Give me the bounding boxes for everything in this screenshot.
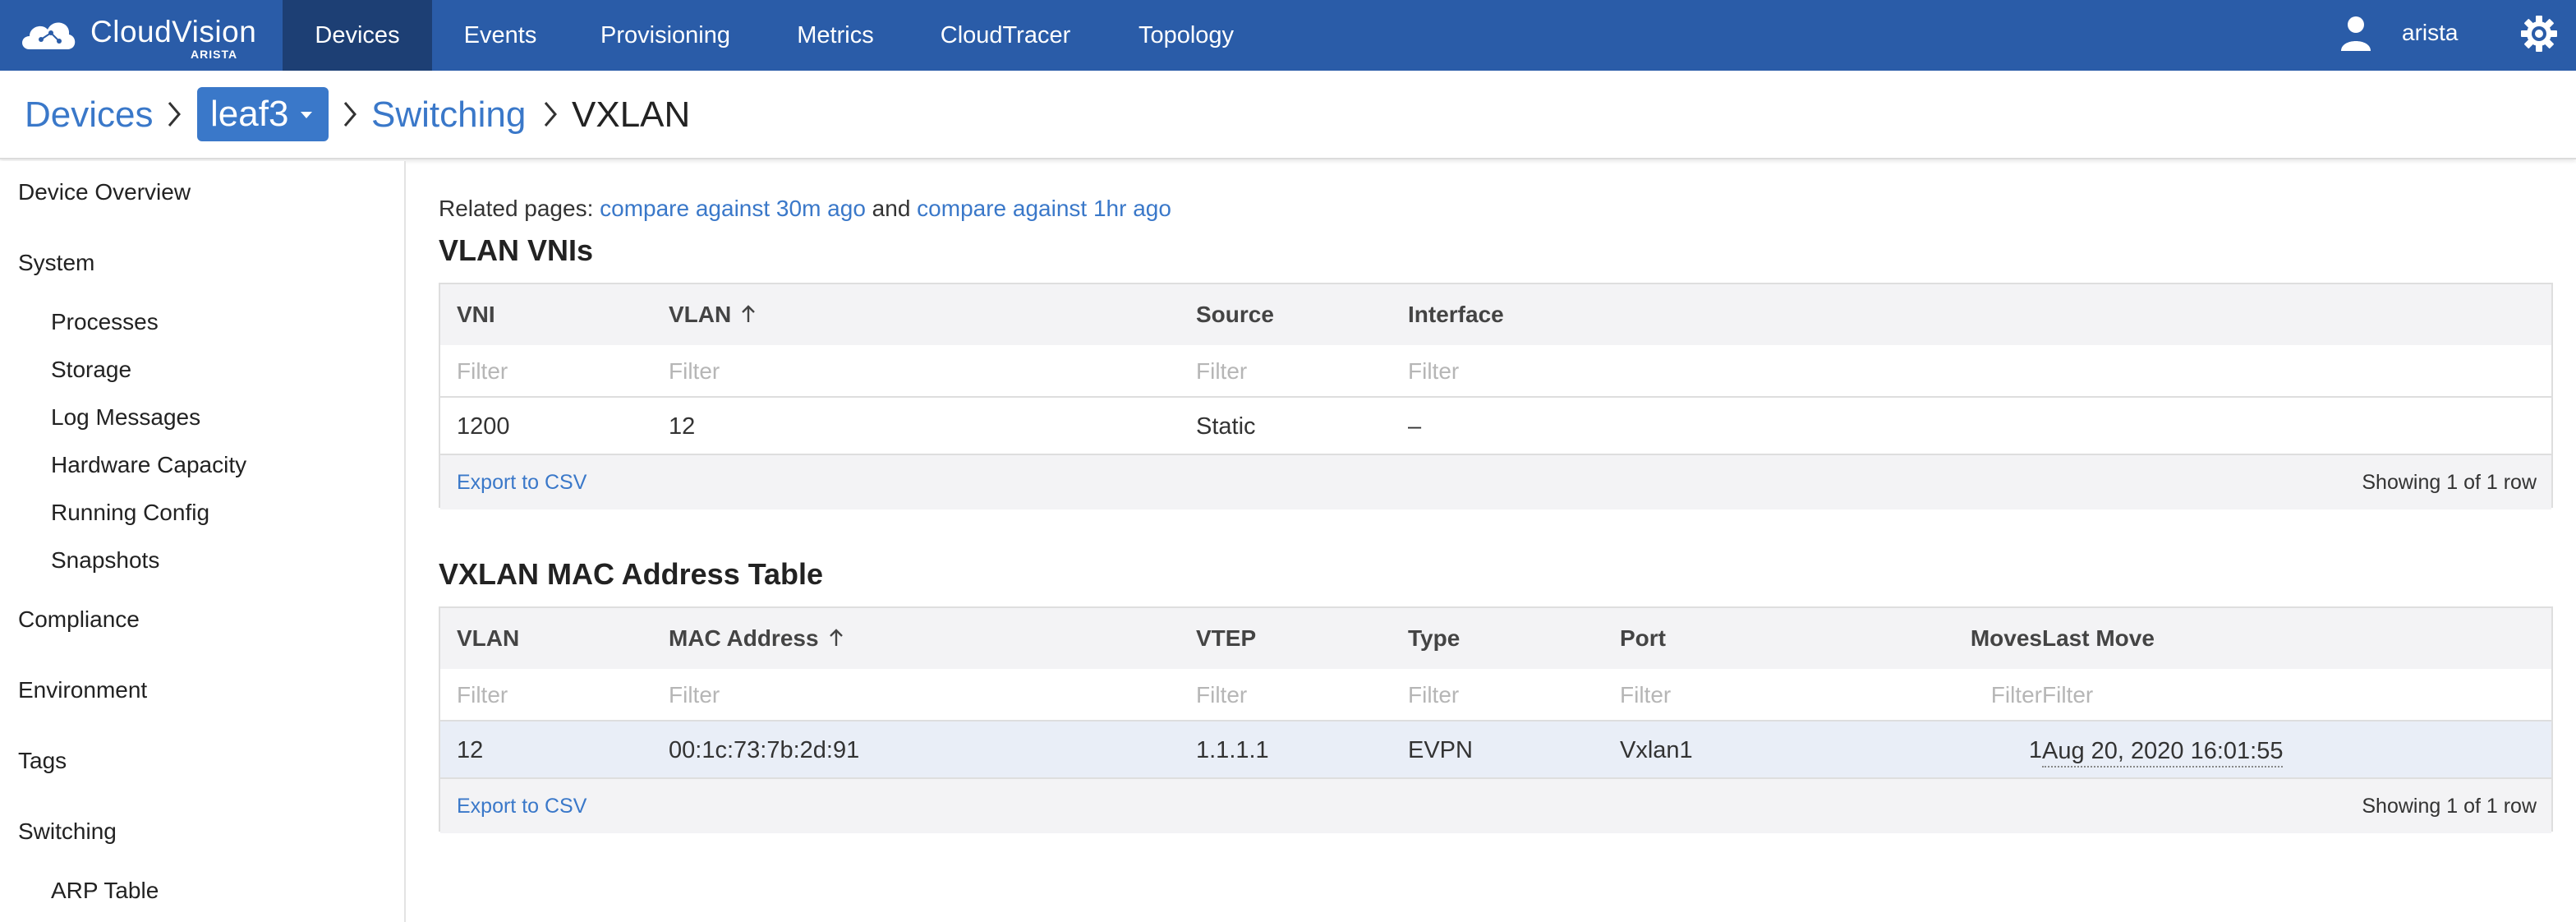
main-content: Related pages: compare against 30m ago a… [406, 161, 2576, 922]
sidebar-item-snapshots[interactable]: Snapshots [51, 547, 159, 574]
user-icon[interactable] [2339, 15, 2372, 51]
filter-input-last-move[interactable]: Filter [2042, 669, 2535, 721]
nav-events[interactable]: Events [432, 0, 568, 71]
top-navbar: CloudVision ARISTA Devices Events Provis… [0, 0, 2576, 71]
breadcrumb-switching[interactable]: Switching [371, 89, 526, 141]
compare-1hr-link[interactable]: compare against 1hr ago [917, 196, 1171, 221]
cell-last-move[interactable]: Aug 20, 2020 16:01:55 [2042, 738, 2284, 768]
sidebar: Device Overview System Processes Storage… [0, 161, 406, 922]
sidebar-item-running-config[interactable]: Running Config [51, 500, 209, 526]
gear-icon[interactable] [2520, 15, 2558, 53]
filter-input-type[interactable]: Filter [1408, 669, 1605, 721]
cell-port: Vxlan1 [1620, 737, 1693, 763]
cell-vlan: 12 [457, 737, 484, 763]
vni-table: VNI VLAN Source Interface Filter Filter … [439, 283, 2553, 509]
filter-input-mac-address[interactable]: Filter [669, 669, 1178, 721]
brand-name: CloudVision [90, 15, 257, 48]
filter-input-moves[interactable]: Filter [1845, 669, 2042, 721]
column-header-vni[interactable]: VNI [457, 284, 495, 345]
cell-interface: – [1408, 413, 1422, 440]
related-conj: and [872, 196, 911, 221]
breadcrumb: Devices leaf3 Switching VXLAN [0, 71, 2576, 159]
row-count: Showing 1 of 1 row [2362, 471, 2537, 494]
nav-cloudtracer[interactable]: CloudTracer [908, 0, 1102, 71]
export-csv-link[interactable]: Export to CSV [457, 455, 586, 509]
column-header-vlan[interactable]: VLAN [669, 284, 756, 345]
sidebar-item-environment[interactable]: Environment [18, 677, 147, 703]
user-name[interactable]: arista [2402, 0, 2458, 66]
breadcrumb-current: VXLAN [572, 95, 691, 135]
column-header-type[interactable]: Type [1408, 608, 1460, 669]
filter-row: Filter Filter Filter Filter Filter Filte… [440, 669, 2551, 721]
column-header-moves[interactable]: Moves [1971, 608, 2042, 669]
sidebar-item-tags[interactable]: Tags [18, 748, 67, 774]
table-row[interactable]: 1200 12 Static – [440, 398, 2551, 455]
cell-vtep: 1.1.1.1 [1196, 737, 1269, 763]
row-count: Showing 1 of 1 row [2362, 795, 2537, 818]
compare-30m-link[interactable]: compare against 30m ago [600, 196, 866, 221]
column-header-interface[interactable]: Interface [1408, 284, 1504, 345]
sort-ascending-icon [742, 304, 756, 322]
vni-table-title: VLAN VNIs [439, 233, 594, 267]
filter-input-vtep[interactable]: Filter [1196, 669, 1393, 721]
sidebar-item-processes[interactable]: Processes [51, 309, 159, 335]
breadcrumb-devices[interactable]: Devices [25, 89, 154, 141]
sidebar-item-compliance[interactable]: Compliance [18, 606, 140, 633]
nav-topology[interactable]: Topology [1102, 0, 1270, 71]
table-row[interactable]: 12 00:1c:73:7b:2d:91 1.1.1.1 EVPN Vxlan1… [440, 721, 2551, 779]
filter-input-vlan[interactable]: Filter [457, 669, 654, 721]
mac-table-title: VXLAN MAC Address Table [439, 557, 824, 591]
sidebar-item-hardware-capacity[interactable]: Hardware Capacity [51, 452, 246, 478]
device-selector-label: leaf3 [210, 94, 289, 134]
nav-devices[interactable]: Devices [283, 0, 432, 71]
filter-input-vni[interactable]: Filter [457, 345, 654, 398]
filter-input-interface[interactable]: Filter [1408, 345, 2476, 398]
caret-down-icon [301, 112, 312, 118]
chevron-right-icon [168, 102, 181, 127]
column-header-port[interactable]: Port [1620, 608, 1666, 669]
brand-sub: ARISTA [191, 48, 238, 61]
chevron-right-icon [343, 102, 356, 127]
mac-table: VLAN MAC Address VTEP Type Port Moves La… [439, 606, 2553, 833]
cell-moves: 1 [2028, 737, 2042, 763]
column-header-last-move[interactable]: Last Move [2042, 608, 2155, 669]
filter-row: Filter Filter Filter Filter [440, 345, 2551, 398]
filter-input-source[interactable]: Filter [1196, 345, 1393, 398]
cell-vni: 1200 [457, 413, 510, 440]
sidebar-item-arp-table[interactable]: ARP Table [51, 878, 159, 904]
filter-input-vlan[interactable]: Filter [669, 345, 1178, 398]
column-header-source[interactable]: Source [1196, 284, 1274, 345]
table-header: VNI VLAN Source Interface [440, 284, 2551, 345]
export-csv-link[interactable]: Export to CSV [457, 779, 586, 833]
table-footer: Export to CSV Showing 1 of 1 row [440, 455, 2551, 509]
sort-ascending-icon [829, 628, 843, 646]
cloudvision-logo[interactable]: CloudVision ARISTA [18, 8, 264, 62]
device-selector[interactable]: leaf3 [197, 87, 329, 141]
sidebar-item-log-messages[interactable]: Log Messages [51, 404, 200, 431]
sidebar-item-system[interactable]: System [18, 250, 94, 276]
column-header-mac-address[interactable]: MAC Address [669, 608, 844, 669]
chevron-right-icon [544, 102, 557, 127]
cloud-logo-icon [22, 22, 76, 49]
cell-type: EVPN [1408, 737, 1473, 763]
nav-provisioning[interactable]: Provisioning [568, 0, 762, 71]
table-footer: Export to CSV Showing 1 of 1 row [440, 779, 2551, 833]
sidebar-item-device-overview[interactable]: Device Overview [18, 179, 191, 205]
nav-metrics[interactable]: Metrics [762, 0, 908, 71]
related-prefix: Related pages: [439, 196, 594, 221]
cell-mac-address: 00:1c:73:7b:2d:91 [669, 737, 860, 763]
table-header: VLAN MAC Address VTEP Type Port Moves La… [440, 608, 2551, 669]
cell-vlan: 12 [669, 413, 696, 440]
cell-source: Static [1196, 413, 1256, 440]
filter-input-port[interactable]: Filter [1620, 669, 1817, 721]
column-header-vlan[interactable]: VLAN [457, 608, 519, 669]
sidebar-item-switching[interactable]: Switching [18, 818, 117, 845]
column-header-vtep[interactable]: VTEP [1196, 608, 1256, 669]
sidebar-item-storage[interactable]: Storage [51, 357, 131, 383]
related-pages: Related pages: compare against 30m ago a… [439, 196, 1171, 222]
